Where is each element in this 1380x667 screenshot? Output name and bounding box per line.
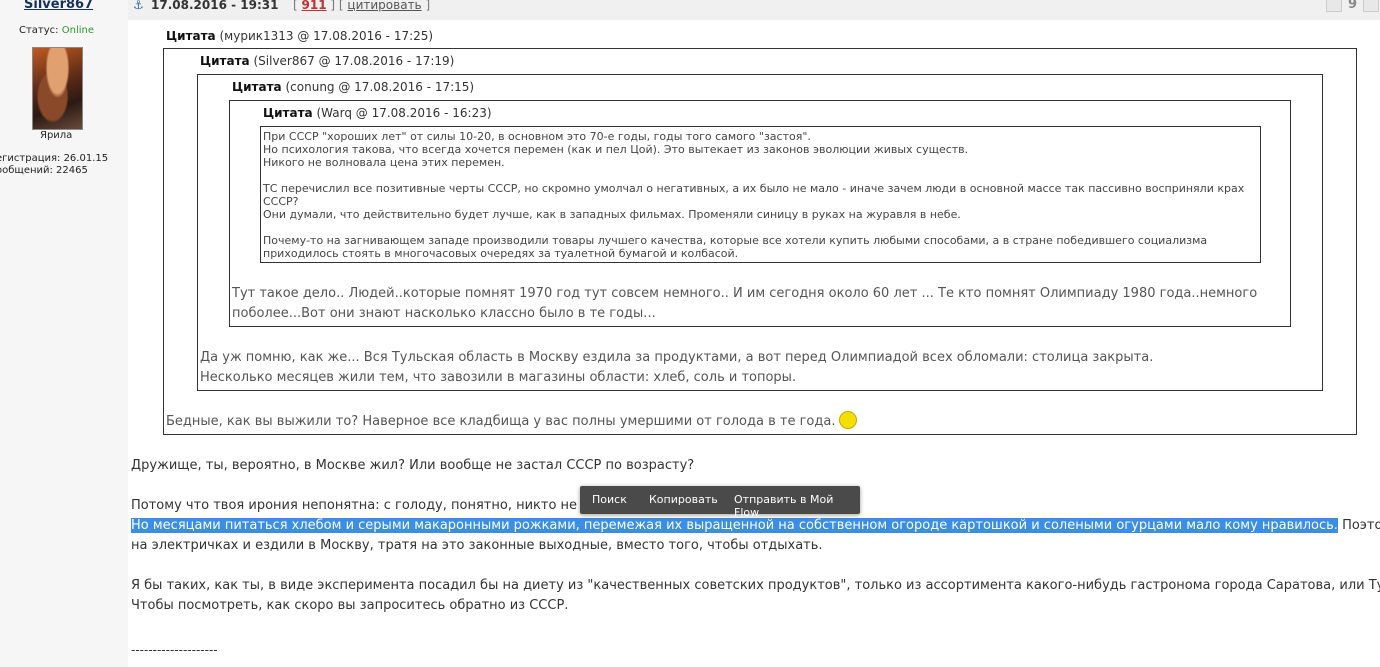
quote-label: Цитата xyxy=(263,106,313,120)
status-label: Статус: xyxy=(19,25,59,36)
quote-label: Цитата xyxy=(232,80,282,94)
message-count: ообщений: 22465 xyxy=(0,165,88,176)
quote-text: Никого не волновала цена этих перемен. xyxy=(263,156,505,169)
quote-text: Тут такое дело.. Людей..которые помнят 1… xyxy=(232,286,1258,301)
page-count: 9 xyxy=(1348,0,1358,12)
quote-text: Почему-то на загнивающем западе производ… xyxy=(263,234,1208,247)
user-rank: Ярила xyxy=(40,130,73,141)
quote-text: Несколько месяцев жили тем, что завозили… xyxy=(200,370,797,385)
quote-text: Они думали, что действительно будет лучш… xyxy=(263,208,961,221)
quote-title: Цитата (Warq @ 17.08.2016 - 16:23) xyxy=(263,106,492,120)
header-actions: 9 xyxy=(1326,0,1380,12)
selected-text[interactable]: Но месяцами питаться хлебом и серыми мак… xyxy=(131,518,1338,533)
post-number-link[interactable]: 911 xyxy=(302,0,327,12)
registration-date: егистрация: 26.01.15 xyxy=(0,153,109,164)
post-paragraph: Я бы таких, как ты, в виде эксперимента … xyxy=(131,578,1380,593)
quote-label: Цитата xyxy=(166,29,216,43)
report-icon[interactable] xyxy=(1326,0,1342,12)
quote-text: Бедные, как вы выжили то? Наверное все к… xyxy=(166,414,836,429)
quote-text: поболее...Вот они знают насколько классн… xyxy=(232,306,656,321)
quote-meta: (conung @ 17.08.2016 - 17:15) xyxy=(285,80,475,94)
quote-title: Цитата (conung @ 17.08.2016 - 17:15) xyxy=(232,80,474,94)
bracket: ] xyxy=(425,0,431,12)
bracket: [ xyxy=(293,0,298,12)
post-header: ⚓ 17.08.2016 - 19:31 [ 911 ] [ цитироват… xyxy=(128,0,1380,20)
username-link[interactable]: Silver867 xyxy=(24,0,93,12)
smiley-icon xyxy=(839,410,858,429)
user-sidebar: Silver867 Статус: Online Ярила егистраци… xyxy=(0,0,128,667)
post-meta: [ 911 ] [ цитировать ] xyxy=(293,0,430,12)
quote-text: При СССР "хороших лет" от силы 10-20, в … xyxy=(263,130,811,143)
paragraph-text: Поэтому xyxy=(1342,518,1380,533)
quote-title: Цитата (Silver867 @ 17.08.2016 - 17:19) xyxy=(200,54,454,68)
popup-send-flow-button[interactable]: Отправить в Мой Flow xyxy=(734,493,860,519)
quote-meta: (Silver867 @ 17.08.2016 - 17:19) xyxy=(253,54,455,68)
post-paragraph: на электричках и ездили в Москву, тратя … xyxy=(131,538,823,553)
quote-text: приходилось стоять в многочасовых очеред… xyxy=(263,247,739,260)
post-paragraph: Но месяцами питаться хлебом и серыми мак… xyxy=(131,516,1380,536)
quote-text: ТС перечислил все позитивные черты СССР,… xyxy=(263,182,1245,195)
quote-text: Но психология такова, что всегда хочется… xyxy=(263,143,969,156)
user-status: Статус: Online xyxy=(19,25,94,36)
quote-text: СССР? xyxy=(263,195,299,208)
popup-copy-button[interactable]: Копировать xyxy=(649,493,718,506)
signature-separator: -------------------- xyxy=(131,643,218,657)
quote-meta: (мурик1313 @ 17.08.2016 - 17:25) xyxy=(219,29,434,43)
post-paragraph: Дружище, ты, вероятно, в Москве жил? Или… xyxy=(131,458,695,473)
popup-search-button[interactable]: Поиск xyxy=(592,493,627,506)
quote-text: Да уж помню, как же... Вся Тульская обла… xyxy=(200,350,1154,365)
quote-meta: (Warq @ 17.08.2016 - 16:23) xyxy=(316,106,492,120)
status-value: Online xyxy=(61,25,94,36)
quote-link[interactable]: цитировать xyxy=(347,0,421,12)
edit-icon[interactable] xyxy=(1363,0,1380,12)
quote-text-row: Бедные, как вы выжили то? Наверное все к… xyxy=(166,410,858,432)
post-paragraph: Чтобы посмотреть, как скоро вы запросите… xyxy=(131,598,569,613)
post-paragraph: Потому что твоя ирония непонятна: с голо… xyxy=(131,498,590,513)
selection-popup: Поиск Копировать Отправить в Мой Flow xyxy=(580,486,860,519)
avatar[interactable] xyxy=(32,47,83,130)
post-date: 17.08.2016 - 19:31 xyxy=(151,0,279,12)
bracket: ] [ xyxy=(330,0,344,12)
quote-label: Цитата xyxy=(200,54,250,68)
anchor-icon[interactable]: ⚓ xyxy=(133,0,144,12)
quote-title: Цитата (мурик1313 @ 17.08.2016 - 17:25) xyxy=(166,29,433,43)
